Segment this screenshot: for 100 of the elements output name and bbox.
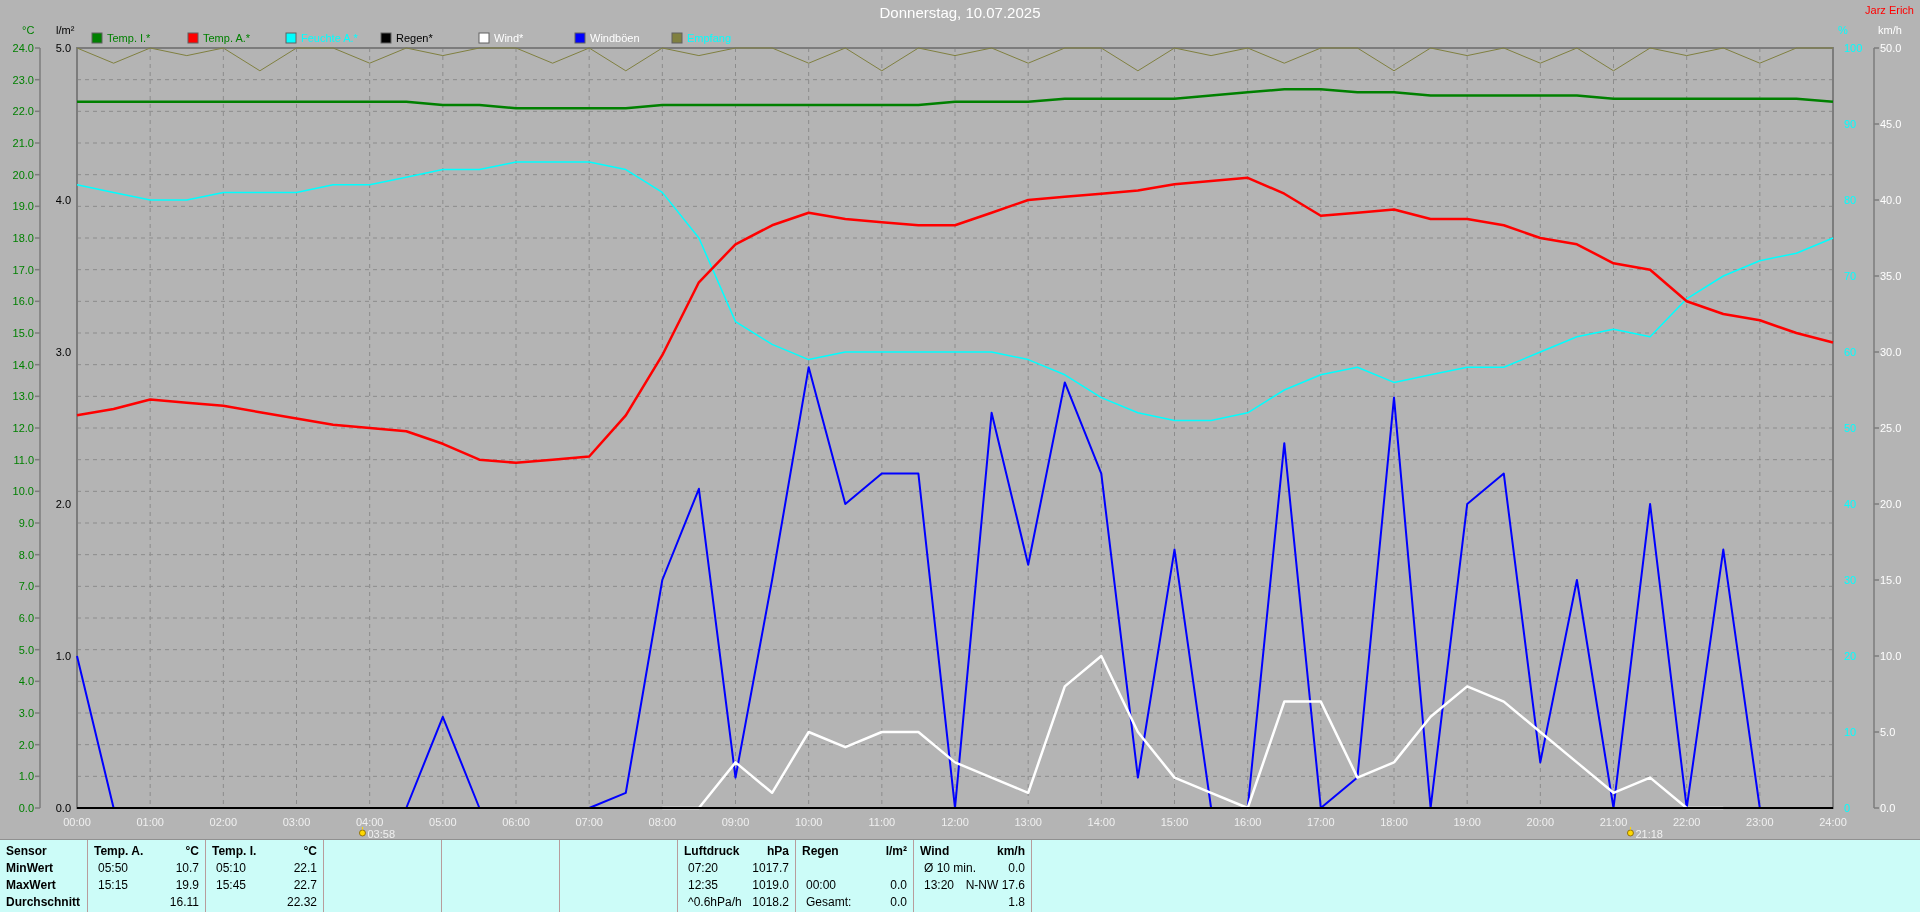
axis-tick-label: 21:00 (1599, 816, 1628, 828)
axis-tick-label: 1.0 (55, 650, 71, 662)
row-label: Durchschnitt (6, 894, 81, 911)
axis-tick-label: 10 (1844, 726, 1857, 738)
axis-tick-label: 19:00 (1453, 816, 1481, 828)
axis-unit: l/m² (56, 24, 75, 36)
axis-tick-label: 7.0 (18, 580, 34, 593)
table-cell: 13:20 (924, 877, 955, 894)
axis-tick-label: 5.0 (1880, 726, 1896, 738)
axis-tick-label: 15.0 (12, 327, 34, 339)
table-cell: 1017.7 (752, 860, 789, 877)
axis-tick-label: 15.0 (1880, 574, 1902, 586)
axis-tick-label: 6.0 (18, 612, 34, 624)
chart-title: Donnerstag, 10.07.2025 (879, 4, 1041, 21)
row-label: MaxWert (6, 877, 57, 894)
axis-tick-label: 09:00 (721, 816, 750, 828)
axis-tick-label: 22:00 (1672, 816, 1701, 828)
axis-tick-label: 3.0 (18, 707, 34, 719)
axis-tick-label: 17:00 (1307, 816, 1335, 828)
axis-tick-label: 35.0 (1880, 270, 1902, 282)
axis-tick-label: 21.0 (12, 137, 34, 149)
axis-tick-label: 10.0 (12, 485, 34, 498)
axis-tick-label: 07:00 (575, 816, 603, 828)
axis-tick-label: 0.0 (18, 802, 34, 814)
axis-tick-label: 05:00 (429, 816, 457, 828)
table-header: Wind (920, 843, 950, 860)
axis-tick-label: 11.0 (13, 453, 34, 466)
axis-tick-label: 30.0 (1880, 346, 1902, 358)
axis-tick-label: 19.0 (12, 200, 34, 213)
table-cell: Gesamt: (806, 894, 852, 911)
axis-tick-label: 10.0 (1880, 650, 1902, 662)
axis-tick-label: 5.0 (18, 643, 34, 656)
axis-tick-label: 10:00 (794, 816, 823, 828)
axis-tick-label: 25.0 (1880, 422, 1902, 434)
axis-tick-label: 2.0 (55, 498, 71, 510)
sun-time-label: 21:18 (1635, 828, 1663, 839)
table-cell: 1019.0 (752, 877, 789, 894)
axis-tick-label: 0 (1844, 802, 1851, 814)
row-label: MinWert (6, 860, 55, 877)
axis-tick-label: 100 (1844, 42, 1863, 54)
axis-tick-label: 08:00 (648, 816, 677, 828)
axis-tick-label: 4.0 (18, 675, 34, 688)
axis-tick-label: 17.0 (12, 263, 34, 276)
axis-tick-label: 03:00 (282, 816, 311, 828)
table-cell: 16.11 (169, 894, 199, 911)
table-cell: 05:10 (216, 860, 247, 877)
table-header: Sensor (6, 843, 48, 860)
sun-icon (359, 826, 366, 837)
table-cell: 19.9 (175, 877, 199, 894)
axis-unit: °C (22, 24, 35, 36)
station-name: Jarz Erich (1865, 4, 1914, 16)
table-cell: 1.8 (1008, 894, 1025, 911)
table-cell: 15:15 (98, 877, 129, 894)
unit-label: km/h (997, 843, 1025, 860)
axis-tick-label: 20:00 (1526, 816, 1555, 828)
table-cell: 07:20 (688, 860, 719, 877)
axis-tick-label: 50 (1844, 422, 1857, 434)
legend-label: Windböen (590, 32, 640, 44)
legend-label: Temp. A.* (203, 32, 251, 44)
axis-tick-label: 0.0 (55, 802, 71, 814)
sun-time-label: 03:58 (367, 828, 395, 839)
axis-tick-label: 24.0 (12, 42, 34, 54)
table-header: Temp. I. (212, 843, 257, 860)
axis-tick-label: 3.0 (55, 346, 71, 358)
table-cell: 00:00 (806, 877, 837, 894)
table-cell: N-NW 17.6 (965, 877, 1025, 894)
axis-tick-label: 24:00 (1819, 816, 1847, 828)
axis-tick-label: 90 (1844, 118, 1857, 130)
axis-tick-label: 22.0 (12, 105, 34, 118)
axis-tick-label: 40.0 (1880, 194, 1902, 206)
table-cell: 0.0 (1008, 860, 1025, 877)
axis-tick-label: 60 (1844, 346, 1857, 358)
unit-label: °C (185, 843, 199, 860)
axis-tick-label: 2.0 (18, 738, 34, 751)
axis-unit: % (1838, 24, 1848, 36)
axis-tick-label: 13.0 (12, 390, 34, 403)
axis-tick-label: 18.0 (12, 232, 34, 244)
axis-tick-label: 14:00 (1087, 816, 1116, 828)
table-cell: 10.7 (175, 860, 199, 877)
axis-tick-label: 70 (1844, 270, 1857, 282)
table-header: Luftdruck (684, 843, 740, 860)
axis-tick-label: 80 (1844, 194, 1857, 206)
axis-unit: km/h (1878, 24, 1902, 36)
unit-label: hPa (767, 843, 789, 860)
axis-tick-label: 04:00 (355, 816, 384, 828)
table-cell: Ø 10 min. (924, 860, 977, 877)
axis-tick-label: 4.0 (55, 194, 71, 206)
axis-tick-label: 1.0 (18, 770, 34, 783)
axis-tick-label: 02:00 (209, 816, 238, 828)
axis-tick-label: 18:00 (1380, 816, 1408, 828)
table-cell: 1018.2 (752, 894, 789, 911)
table-cell: 0.0 (890, 877, 907, 894)
table-cell: 22.7 (293, 877, 317, 894)
legend-label: Temp. I.* (107, 32, 151, 44)
legend-label: Feuchte A.* (301, 32, 358, 44)
table-header: Regen (802, 843, 839, 860)
axis-tick-label: 15:00 (1160, 816, 1189, 828)
table-header: Temp. A. (94, 843, 144, 860)
axis-tick-label: 12:00 (941, 816, 969, 828)
table-cell: 22.1 (293, 860, 317, 877)
